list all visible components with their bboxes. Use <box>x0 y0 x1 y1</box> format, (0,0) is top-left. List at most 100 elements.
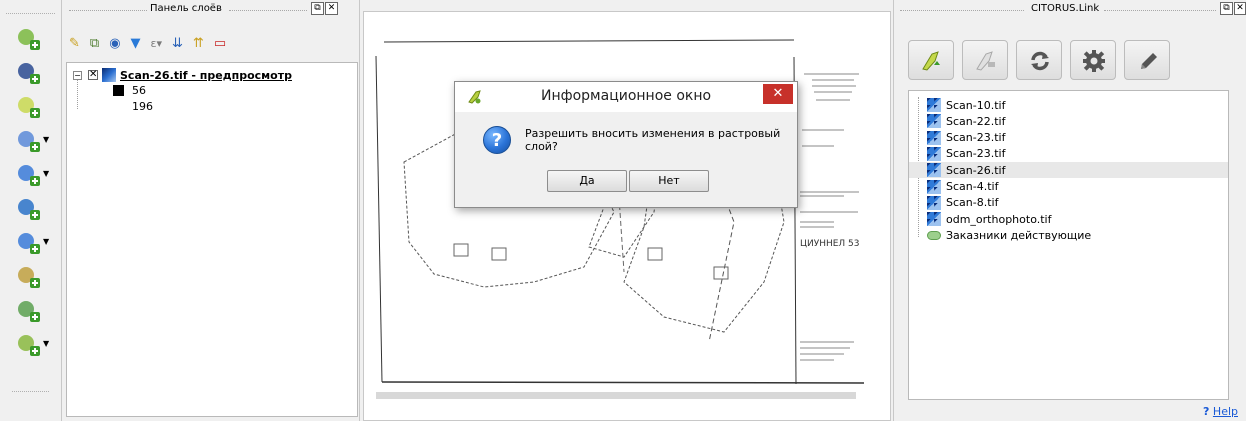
citorus-layer-item[interactable]: Scan-10.tif <box>927 97 1005 113</box>
dialog-titlebar[interactable]: Информационное окно ✕ <box>455 82 797 112</box>
remove-layer-icon[interactable]: ▭ <box>214 36 226 51</box>
map-canvas[interactable]: ЦИУННЕЛ 53 <box>363 11 891 421</box>
close-panel-button[interactable]: ✕ <box>325 2 338 15</box>
yes-button[interactable]: Да <box>547 170 627 192</box>
citorus-layer-item[interactable]: Scan-23.tif <box>927 130 1005 146</box>
layer-visibility-checkbox[interactable]: ✕ <box>88 70 98 80</box>
add-virtual-layer-button[interactable] <box>12 294 52 324</box>
filter-expression-icon[interactable]: ε▾ <box>151 37 162 50</box>
legend-item: 56 <box>113 83 146 97</box>
raster-layer-icon <box>927 114 941 129</box>
visibility-icon[interactable]: ◉ <box>109 36 120 51</box>
app-logo-icon <box>468 90 481 104</box>
settings-icon <box>1083 50 1105 72</box>
legend-label: 56 <box>132 83 146 97</box>
citorus-layer-name: Заказники действующие <box>946 228 1092 242</box>
add-database-layer-icon <box>14 126 40 152</box>
citorus-layer-name: Scan-23.tif <box>946 147 1006 161</box>
add-wms-layer-button[interactable]: ▼ <box>12 158 52 188</box>
add-delimited-text-button[interactable] <box>12 260 52 290</box>
dropdown-arrow-icon[interactable]: ▼ <box>43 169 49 178</box>
citorus-link-panel: CITORUS.Link ⧉ ✕ Scan-10.tif Scan-22.tif… <box>893 0 1246 421</box>
citorus-title: CITORUS.Link <box>1028 3 1103 14</box>
settings-button[interactable] <box>1070 40 1116 80</box>
add-postgis-layer-button[interactable] <box>12 90 52 120</box>
new-shapefile-button[interactable]: ▼ <box>12 328 52 358</box>
citorus-layer-item[interactable]: Scan-26.tif <box>909 162 1228 179</box>
layer-tree: − ✕ Scan-26.tif - предпросмотр 56 196 <box>66 62 358 417</box>
legend-swatch-white <box>113 100 124 112</box>
float-button[interactable]: ⧉ <box>1220 2 1233 15</box>
help-link[interactable]: ? Help <box>1203 405 1238 418</box>
close-panel-button[interactable]: ✕ <box>1234 2 1246 15</box>
citorus-layer-name: Scan-26.tif <box>946 163 1006 177</box>
legend-swatch-black <box>113 84 124 96</box>
dialog-body: ? Разрешить вносить изменения в растровы… <box>455 112 797 207</box>
layers-panel: Панель слоёв ⧉ ✕ ✎ ⧉ ◉ ▼ ε▾ ⇊ ⇈ ▭ − ✕ Sc… <box>63 0 360 421</box>
add-raster-layer-icon <box>14 58 40 84</box>
raster-layer-icon <box>927 212 941 227</box>
edit-button[interactable] <box>1124 40 1170 80</box>
polygon-layer-icon <box>927 230 941 240</box>
add-raster-layer-button[interactable] <box>12 56 52 86</box>
citorus-layer-item[interactable]: Scan-8.tif <box>927 195 998 211</box>
add-wfs-layer-icon <box>14 228 40 254</box>
raster-layer-icon <box>927 163 941 178</box>
toolbar-grip[interactable] <box>6 6 55 14</box>
citorus-layer-name: Scan-10.tif <box>946 98 1006 112</box>
citorus-layer-name: Scan-23.tif <box>946 131 1006 145</box>
citorus-layer-item[interactable]: Scan-22.tif <box>927 113 1005 129</box>
add-wcs-layer-button[interactable] <box>12 192 52 222</box>
float-button[interactable]: ⧉ <box>311 2 324 15</box>
citorus-layer-item[interactable]: Заказники действующие <box>927 227 1091 243</box>
no-button[interactable]: Нет <box>629 170 709 192</box>
refresh-button[interactable] <box>1016 40 1062 80</box>
citorus-layer-name: Scan-22.tif <box>946 114 1006 128</box>
raster-layer-icon <box>927 146 941 161</box>
data-source-toolbar: ▼ ▼ ▼ ▼ <box>0 0 62 421</box>
scanned-map-image: ЦИУННЕЛ 53 <box>375 39 865 399</box>
expand-all-icon[interactable]: ⇊ <box>172 36 183 51</box>
layer-name[interactable]: Scan-26.tif - предпросмотр <box>120 69 292 82</box>
add-wms-layer-icon <box>14 160 40 186</box>
add-database-layer-button[interactable]: ▼ <box>12 124 52 154</box>
add-postgis-layer-icon <box>14 92 40 118</box>
dialog-close-button[interactable]: ✕ <box>763 84 793 104</box>
enable-edit-button[interactable] <box>908 40 954 80</box>
add-vector-layer-button[interactable] <box>12 22 52 52</box>
legend-label: 196 <box>132 99 153 113</box>
add-wcs-layer-icon <box>14 194 40 220</box>
layers-panel-titlebar[interactable]: Панель слоёв ⧉ ✕ <box>63 0 359 20</box>
add-wfs-layer-button[interactable]: ▼ <box>12 226 52 256</box>
layer-row[interactable]: − ✕ Scan-26.tif - предпросмотр <box>73 68 292 82</box>
dialog-message: Разрешить вносить изменения в растровый … <box>525 127 781 153</box>
help-question-mark: ? <box>1203 405 1210 418</box>
citorus-layer-item[interactable]: Scan-23.tif <box>927 146 1005 162</box>
citorus-titlebar[interactable]: CITORUS.Link ⧉ ✕ <box>894 0 1246 20</box>
layers-panel-title: Панель слоёв <box>147 3 225 14</box>
raster-layer-icon <box>927 98 941 112</box>
citorus-layer-name: Scan-8.tif <box>946 196 999 210</box>
help-link-label[interactable]: Help <box>1213 405 1238 418</box>
citorus-layer-name: Scan-4.tif <box>946 180 999 193</box>
filter-icon[interactable]: ▼ <box>131 36 141 51</box>
dropdown-arrow-icon[interactable]: ▼ <box>43 237 49 246</box>
raster-layer-icon <box>927 195 941 210</box>
dropdown-arrow-icon[interactable]: ▼ <box>43 135 49 144</box>
style-icon[interactable]: ✎ <box>69 36 80 51</box>
add-vector-layer-icon <box>14 24 40 50</box>
toolbar-grip-bottom[interactable] <box>12 384 49 392</box>
enable-edit-icon <box>922 51 940 71</box>
dialog-title: Информационное окно <box>541 88 712 104</box>
citorus-layer-item[interactable]: Scan-4.tif <box>927 179 998 195</box>
citorus-layer-item[interactable]: odm_orthophoto.tif <box>927 211 1051 227</box>
refresh-icon <box>1031 51 1049 71</box>
dropdown-arrow-icon[interactable]: ▼ <box>43 339 49 348</box>
question-icon: ? <box>483 126 511 154</box>
disable-edit-button[interactable] <box>962 40 1008 80</box>
collapse-all-icon[interactable]: ⇈ <box>193 36 204 51</box>
add-group-icon[interactable]: ⧉ <box>90 36 99 51</box>
collapse-toggle[interactable]: − <box>73 70 82 80</box>
info-dialog: Информационное окно ✕ ? Разрешить вносит… <box>454 81 798 208</box>
raster-layer-icon <box>927 130 941 145</box>
